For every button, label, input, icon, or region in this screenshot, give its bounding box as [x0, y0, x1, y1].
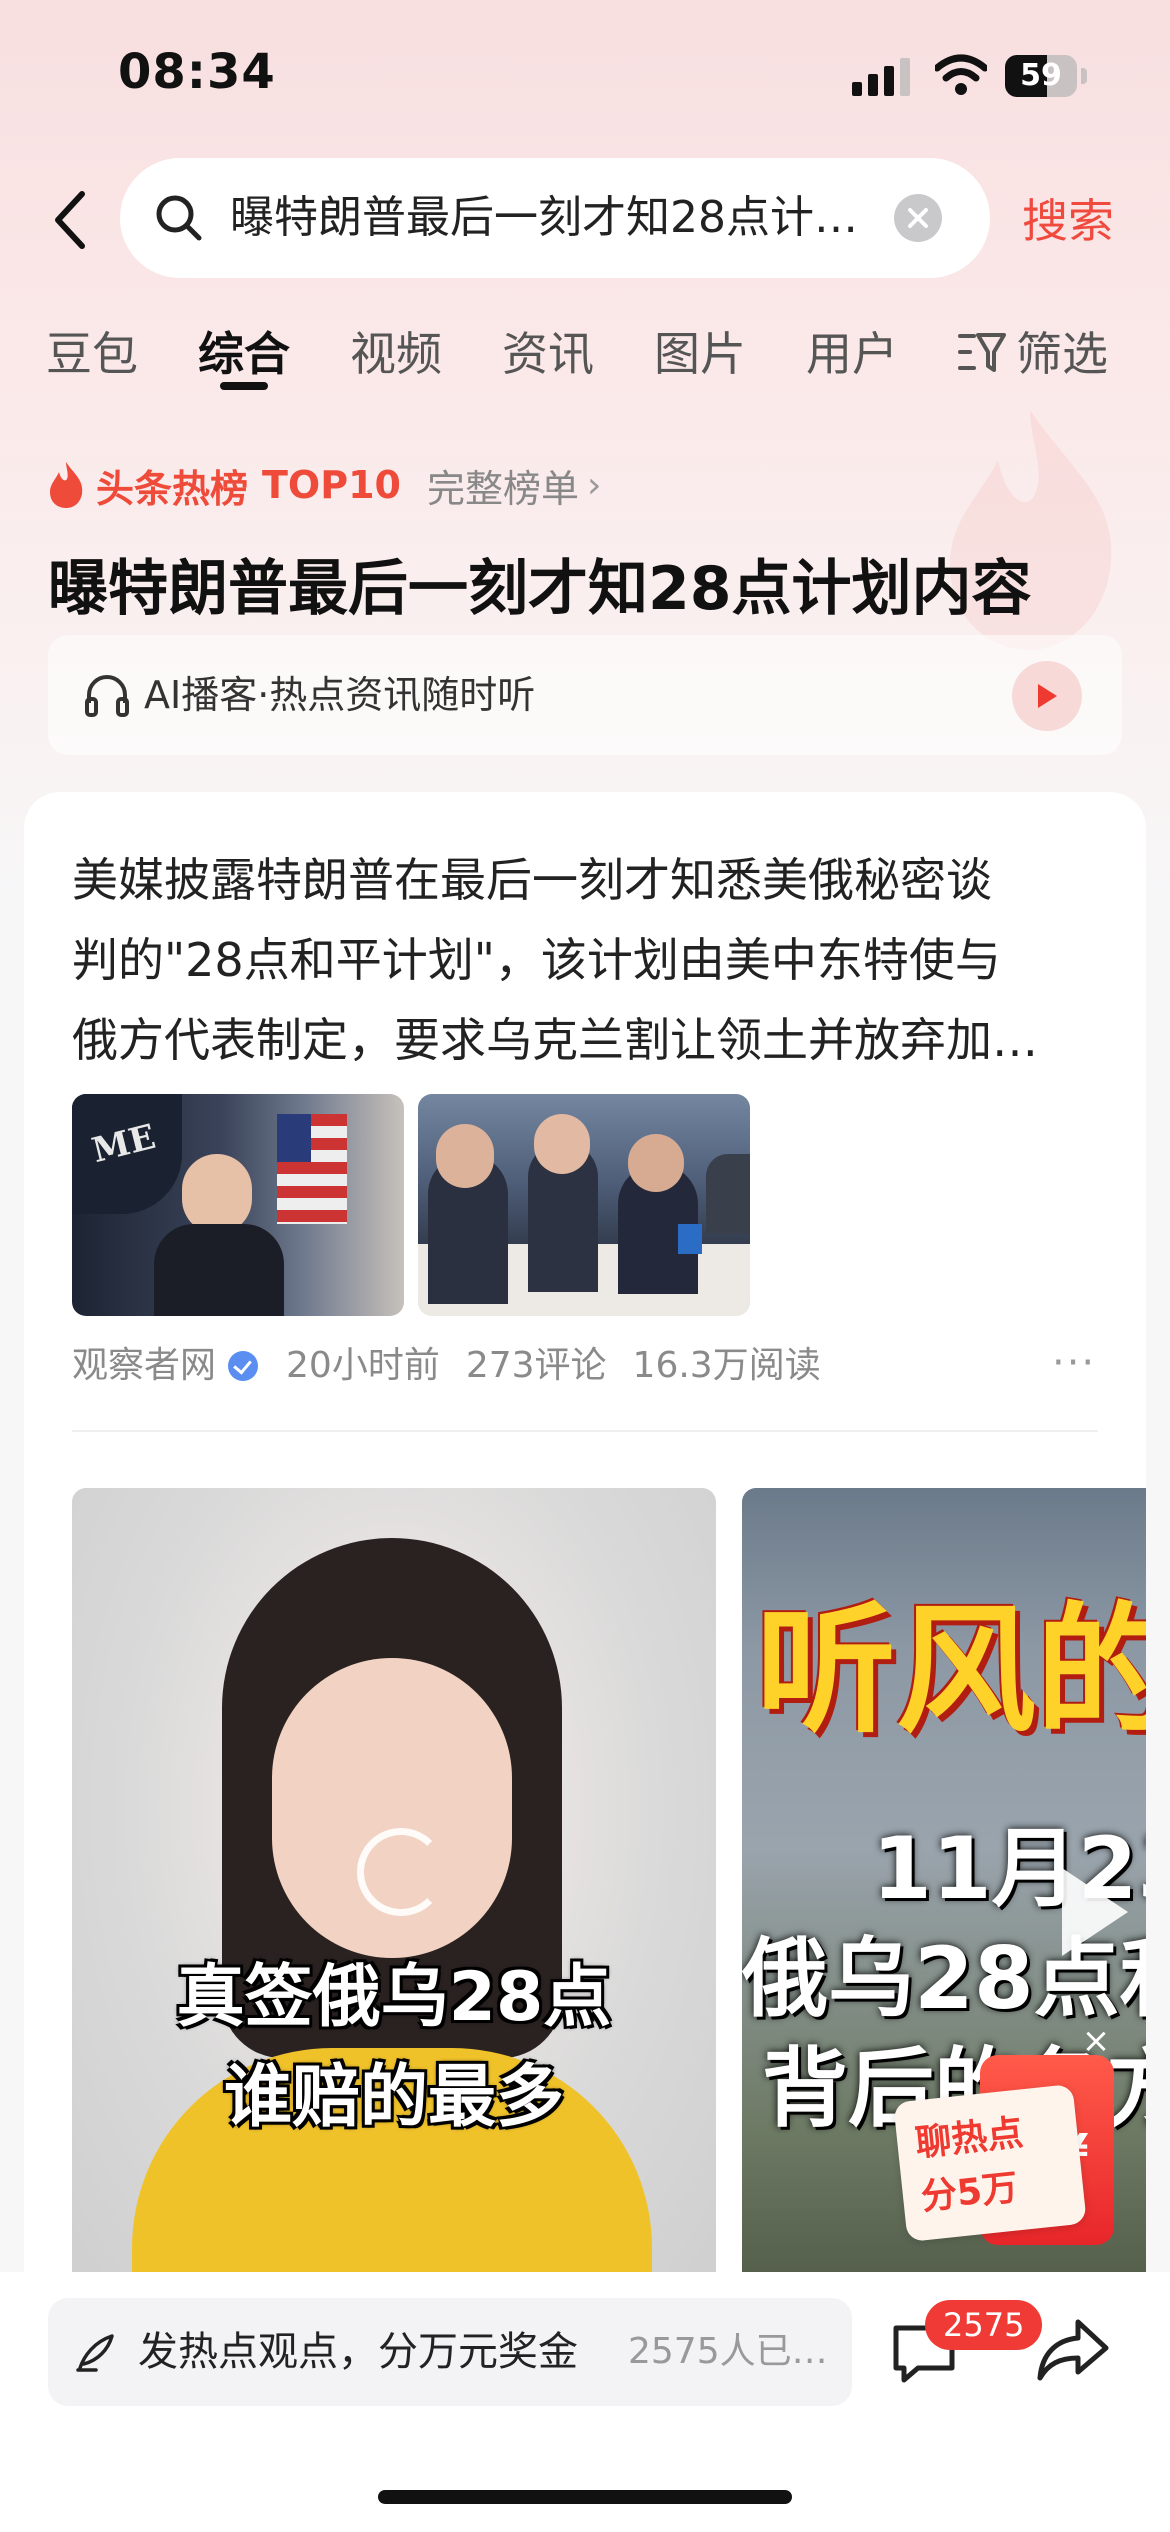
article-time: 20小时前 [286, 1345, 440, 1386]
cellular-signal-icon [852, 58, 910, 96]
tab-video[interactable]: 视频 [350, 318, 442, 384]
hot-headline[interactable]: 曝特朗普最后一刻才知28点计划内容 [48, 540, 1032, 627]
flame-icon [50, 462, 83, 508]
ai-podcast-bar[interactable]: AI播客·热点资讯随时听 [48, 635, 1122, 755]
hot-topic-reward-promo[interactable]: ¥ 聊热点 分5万 × [893, 2021, 1114, 2245]
more-options-button[interactable]: ··· [1052, 1340, 1096, 1386]
active-tab-indicator [220, 382, 268, 390]
ai-podcast-play-button[interactable] [1012, 661, 1082, 731]
pen-icon [76, 2334, 114, 2372]
promo-close-button[interactable]: × [1076, 2021, 1116, 2061]
tab-users[interactable]: 用户 [806, 318, 898, 384]
headphone-icon [85, 675, 129, 717]
video-card-1[interactable]: 真签俄乌28点 谁赔的最多 [72, 1488, 716, 2288]
participants-count: 2575人已… [628, 2331, 828, 2372]
clear-search-button[interactable] [894, 194, 942, 242]
battery-indicator: 59 [1005, 55, 1089, 97]
promo-line: 聊热点 [913, 2112, 1026, 2165]
home-indicator [378, 2490, 792, 2504]
comment-count-badge: 2575 [925, 2300, 1043, 2350]
tab-filter[interactable]: 筛选 [958, 318, 1108, 384]
article-image-2[interactable] [418, 1094, 750, 1316]
loading-spinner-icon [357, 1828, 445, 1916]
video-caption-line: 真签俄乌28点 [176, 1958, 612, 2037]
video-title: 听风的 [756, 1590, 1146, 1753]
hot-rank: TOP10 [262, 463, 401, 507]
battery-percent: 59 [1020, 58, 1062, 93]
tab-news[interactable]: 资讯 [502, 318, 594, 384]
tab-doubao[interactable]: 豆包 [46, 318, 138, 384]
summary-line: 判的"28点和平计划"，该计划由美中东特使与 [72, 933, 1001, 987]
filter-icon [958, 333, 1006, 372]
comment-input[interactable]: 发热点观点，分万元奖金 2575人已… [48, 2298, 852, 2406]
search-query[interactable]: 曝特朗普最后一刻才知28点计划内容 [230, 158, 870, 278]
video-caption-line: 谁赔的最多 [223, 2058, 564, 2137]
search-input[interactable]: 曝特朗普最后一刻才知28点计划内容 [120, 158, 990, 278]
back-button[interactable] [40, 180, 100, 260]
article-source[interactable]: 观察者网 [72, 1340, 216, 1392]
article-reads: 16.3万阅读 [632, 1345, 821, 1386]
ai-podcast-text: AI播客·热点资讯随时听 [144, 673, 536, 717]
summary-line: 美媒披露特朗普在最后一刻才知悉美俄秘密谈 [72, 853, 992, 907]
verified-icon [228, 1351, 259, 1381]
search-tabs: 豆包 综合 视频 资讯 图片 用户 筛选 [0, 318, 1170, 398]
tab-images[interactable]: 图片 [654, 318, 746, 384]
divider [72, 1430, 1098, 1432]
status-time: 08:34 [118, 44, 276, 100]
chevron-left-icon [55, 191, 85, 249]
close-icon [908, 208, 928, 228]
screen: 08:34 59 曝特朗普最后一刻才知28点计划 搜索 豆包 综合 视频 资讯 … [0, 0, 1170, 2532]
search-button[interactable]: 搜索 [1022, 185, 1114, 251]
status-bar: 08:34 59 [0, 0, 1170, 150]
full-list-link[interactable]: 完整榜单 [427, 458, 579, 513]
hot-list-label: 头条热榜 [96, 466, 249, 511]
play-icon [1062, 1868, 1128, 1956]
article-comments: 273评论 [465, 1345, 607, 1386]
article-image-1[interactable]: ME [72, 1094, 404, 1316]
share-icon[interactable] [1036, 2314, 1112, 2386]
wifi-icon [935, 54, 987, 95]
tab-comprehensive[interactable]: 综合 [198, 318, 290, 384]
video-caption: 真签俄乌28点 谁赔的最多 [72, 1948, 716, 2148]
article-meta: 观察者网 20小时前 273评论 16.3万阅读 [72, 1340, 847, 1392]
promo-line: 分5万 [919, 2167, 1020, 2219]
summary-line: 俄方代表制定，要求乌克兰割让领土并放弃加… [72, 1013, 1038, 1067]
article-summary[interactable]: 美媒披露特朗普在最后一刻才知悉美俄秘密谈 判的"28点和平计划"，该计划由美中东… [72, 840, 1092, 1080]
search-icon [156, 195, 202, 241]
chevron-right-icon: › [587, 464, 602, 506]
tab-filter-label: 筛选 [1016, 327, 1108, 381]
hot-list-header: 头条热榜 TOP10 完整榜单 › [46, 455, 601, 515]
play-icon [1038, 684, 1057, 708]
comment-placeholder: 发热点观点，分万元奖金 [138, 2329, 578, 2375]
